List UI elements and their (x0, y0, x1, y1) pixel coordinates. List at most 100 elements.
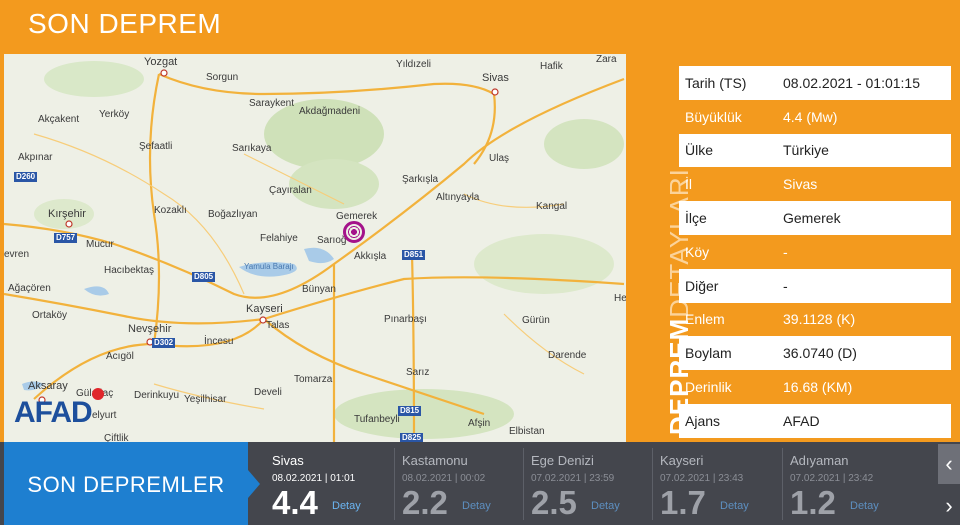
map-label: elyurt (92, 410, 117, 421)
map-view[interactable]: Yozgat Sorgun Yıldızeli Sivas Hafik Zara… (4, 54, 626, 444)
item-divider (394, 448, 395, 520)
detail-label: İl (685, 176, 692, 193)
map-label: Mucur (86, 239, 114, 250)
header-bar: SON DEPREM (0, 0, 960, 52)
map-label: Şefaatli (139, 141, 173, 152)
details-vertical-caption: DEPREMDETAYLARI (634, 150, 694, 435)
detail-label: İlçe (685, 210, 707, 227)
map-label: Akkışla (354, 251, 387, 262)
recent-quake-item[interactable]: Ege Denizi 07.02.2021 | 23:59 2.5 Detay (523, 442, 659, 525)
map-label: Gürün (522, 315, 550, 326)
road-badge: D260 (14, 172, 38, 182)
afad-logo-emblem (92, 388, 104, 400)
quake-place: Sivas (272, 453, 304, 468)
map-label: evren (4, 249, 30, 260)
quake-detail-link[interactable]: Detay (850, 500, 879, 512)
detail-value: 08.02.2021 - 01:01:15 (783, 74, 921, 91)
quake-place: Ege Denizi (531, 453, 594, 468)
item-divider (782, 448, 783, 520)
earthquake-details-table: Tarih (TS) 08.02.2021 - 01:01:15 Büyüklük… (679, 66, 951, 438)
map-label: Talas (266, 320, 290, 331)
map-label: Hafik (540, 61, 563, 72)
recent-earthquakes-title: SON DEPREMLER (27, 472, 225, 497)
detail-value: Sivas (783, 176, 818, 193)
map-label: Sarıkaya (232, 143, 272, 154)
quake-detail-link[interactable]: Detay (462, 500, 491, 512)
map-label: He (614, 293, 626, 304)
map-label: Saraykent (249, 98, 295, 109)
detail-label: Ülke (685, 142, 714, 159)
item-divider (652, 448, 653, 520)
quake-time: 07.02.2021 | 23:42 (790, 473, 874, 484)
detail-row-date: Tarih (TS) 08.02.2021 - 01:01:15 (679, 66, 951, 100)
map-label: Boğazlıyan (208, 209, 258, 220)
recent-earthquakes-bar: SON DEPREMLER Sivas 08.02.2021 | 01:01 4… (0, 442, 960, 525)
detail-row-village: Köy - (679, 235, 951, 269)
map-label: Yeşilhisar (184, 394, 227, 405)
quake-time: 07.02.2021 | 23:59 (531, 473, 615, 484)
map-label: Bünyan (302, 284, 336, 295)
detail-value: Türkiye (783, 142, 829, 159)
detail-row-province: İl Sivas (679, 167, 951, 201)
recent-quake-item[interactable]: Kayseri 07.02.2021 | 23:43 1.7 Detay (652, 442, 788, 525)
map-label: Nevşehir (128, 323, 172, 335)
detail-value: AFAD (783, 412, 820, 429)
map-label: Hacıbektaş (104, 265, 155, 276)
map-label: İncesu (204, 336, 234, 347)
map-label: Ulaş (489, 153, 510, 164)
map-label: Acıgöl (106, 351, 134, 362)
map-label: Pınarbaşı (384, 314, 427, 325)
map-label: Sarız (406, 367, 430, 378)
recent-quake-item[interactable]: Adıyaman 07.02.2021 | 23:42 1.2 Detay (782, 442, 918, 525)
map-label: Kırşehir (48, 208, 86, 220)
item-divider (523, 448, 524, 520)
quake-place: Kastamonu (402, 453, 468, 468)
detail-label: Boylam (685, 345, 732, 362)
quake-magnitude: 4.4 (272, 484, 318, 521)
map-label: Sivas (482, 72, 509, 84)
quake-detail-link[interactable]: Detay (720, 500, 749, 512)
detail-value: 16.68 (KM) (783, 379, 853, 396)
map-label: Şarkışla (402, 174, 439, 185)
quake-time: 07.02.2021 | 23:43 (660, 473, 744, 484)
detail-row-depth: Derinlik 16.68 (KM) (679, 370, 951, 404)
map-label: Sarıoğ (317, 235, 347, 246)
map-label: Tomarza (294, 374, 333, 385)
chevron-right-icon[interactable]: › (938, 486, 960, 525)
map-label: Elbistan (509, 426, 545, 437)
detail-row-country: Ülke Türkiye (679, 133, 951, 168)
quake-detail-link[interactable]: Detay (332, 500, 361, 512)
detail-label: Diğer (685, 277, 719, 294)
map-label: Afşin (468, 418, 491, 429)
map-label: Akdağmadeni (299, 106, 361, 117)
chevron-left-icon[interactable]: ‹ (938, 444, 960, 484)
map-label: Çayıralan (269, 185, 312, 196)
detail-label: Köy (685, 243, 710, 260)
map-label: Kangal (536, 201, 568, 212)
epicenter-marker[interactable] (343, 221, 365, 243)
recent-quake-item[interactable]: Kastamonu 08.02.2021 | 00:02 2.2 Detay (394, 442, 530, 525)
road-badge: D805 (192, 272, 216, 282)
map-label: Ortaköy (32, 310, 68, 321)
recent-quake-item[interactable]: Sivas 08.02.2021 | 01:01 4.4 Detay (272, 442, 400, 525)
map-label: Yıldızeli (396, 59, 432, 70)
detail-label: Tarih (TS) (685, 74, 747, 91)
quake-magnitude: 1.7 (660, 484, 706, 521)
map-label: Derinkuyu (134, 390, 180, 401)
afad-logo: AFAD (14, 396, 93, 429)
quake-detail-link[interactable]: Detay (591, 500, 620, 512)
map-label: Darende (548, 350, 587, 361)
map-label: Yamula Barajı (244, 262, 294, 271)
detail-label: Derinlik (685, 379, 732, 396)
map-label: Yozgat (144, 56, 178, 68)
detail-value: 36.0740 (D) (783, 345, 857, 362)
detail-value: 4.4 (Mw) (783, 108, 838, 125)
road-badge: D757 (54, 233, 78, 243)
detail-label: Büyüklük (685, 108, 742, 125)
map-label: Tufanbeyli (354, 414, 400, 425)
quake-magnitude: 2.5 (531, 484, 577, 521)
map-label: Yerköy (99, 109, 130, 120)
map-label: Aksaray (28, 380, 68, 392)
quake-place: Adıyaman (790, 453, 849, 468)
recent-header-arrow (248, 470, 260, 498)
